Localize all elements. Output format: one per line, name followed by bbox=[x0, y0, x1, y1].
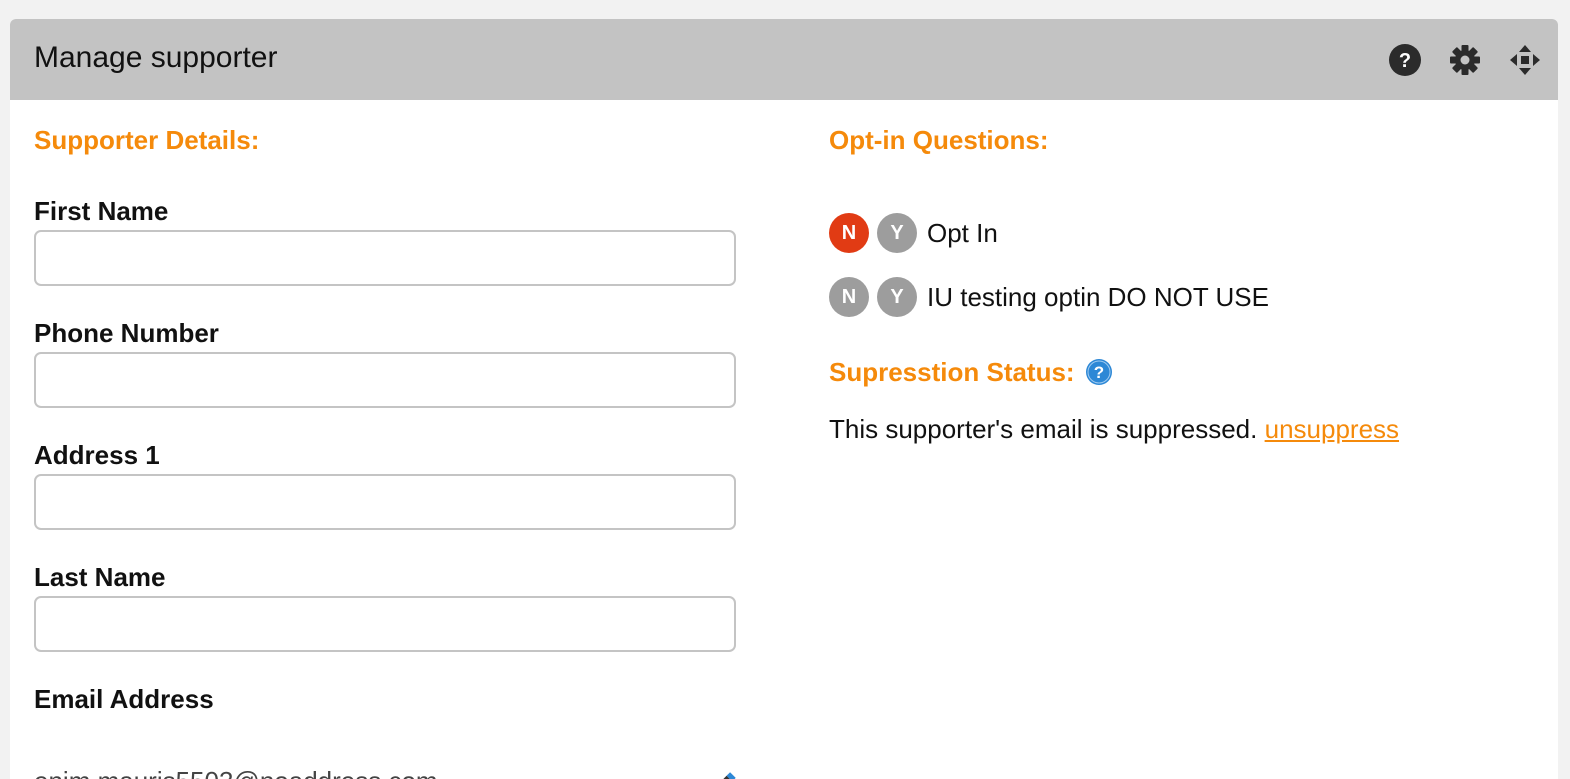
header-icons: ? bbox=[1388, 43, 1546, 77]
optin-no-toggle[interactable]: N bbox=[829, 213, 869, 253]
move-icon[interactable] bbox=[1508, 43, 1542, 77]
first-name-label: First Name bbox=[34, 196, 169, 226]
optin-yes-toggle[interactable]: Y bbox=[877, 213, 917, 253]
optin-no-toggle[interactable]: N bbox=[829, 277, 869, 317]
optin-question-row: N Y IU testing optin DO NOT USE bbox=[829, 276, 1269, 318]
optin-yes-toggle[interactable]: Y bbox=[877, 277, 917, 317]
optin-question-row: N Y Opt In bbox=[829, 212, 998, 254]
gear-icon[interactable] bbox=[1448, 43, 1482, 77]
optin-question-label: Opt In bbox=[927, 217, 998, 248]
last-name-field[interactable] bbox=[34, 596, 736, 652]
email-address-label: Email Address bbox=[34, 684, 214, 714]
panel-title: Manage supporter bbox=[34, 41, 278, 74]
address-1-field[interactable] bbox=[34, 474, 736, 530]
optin-section: Opt-in Questions: N Y Opt In N Y IU test… bbox=[829, 124, 1529, 444]
pencil-edit-icon[interactable] bbox=[706, 768, 740, 779]
unsuppress-link[interactable]: unsuppress bbox=[1265, 414, 1399, 444]
suppression-status-text: This supporter's email is suppressed. un… bbox=[829, 414, 1399, 445]
svg-text:?: ? bbox=[1399, 50, 1411, 72]
svg-text:?: ? bbox=[1093, 363, 1103, 382]
supporter-details-title: Supporter Details: bbox=[34, 125, 260, 155]
optin-questions-title: Opt-in Questions: bbox=[829, 125, 1049, 155]
help-icon[interactable]: ? bbox=[1085, 358, 1113, 386]
phone-number-field[interactable] bbox=[34, 352, 736, 408]
optin-question-label: IU testing optin DO NOT USE bbox=[927, 281, 1269, 312]
first-name-field[interactable] bbox=[34, 230, 736, 286]
supporter-details-section: Supporter Details: First Name Phone Numb… bbox=[34, 124, 740, 779]
suppression-message: This supporter's email is suppressed. bbox=[829, 414, 1258, 444]
address-1-label: Address 1 bbox=[34, 440, 160, 470]
panel-header: Manage supporter ? bbox=[10, 19, 1558, 100]
last-name-label: Last Name bbox=[34, 562, 166, 592]
manage-supporter-panel: Manage supporter ? Supporter Details: Fi… bbox=[10, 19, 1558, 779]
suppression-status-heading: Supresstion Status: ? bbox=[829, 356, 1113, 388]
help-icon[interactable]: ? bbox=[1388, 43, 1422, 77]
suppression-status-title: Supresstion Status: bbox=[829, 357, 1075, 387]
email-address-value: enim.mauris5503@noaddress.com bbox=[34, 766, 438, 779]
phone-number-label: Phone Number bbox=[34, 318, 219, 348]
